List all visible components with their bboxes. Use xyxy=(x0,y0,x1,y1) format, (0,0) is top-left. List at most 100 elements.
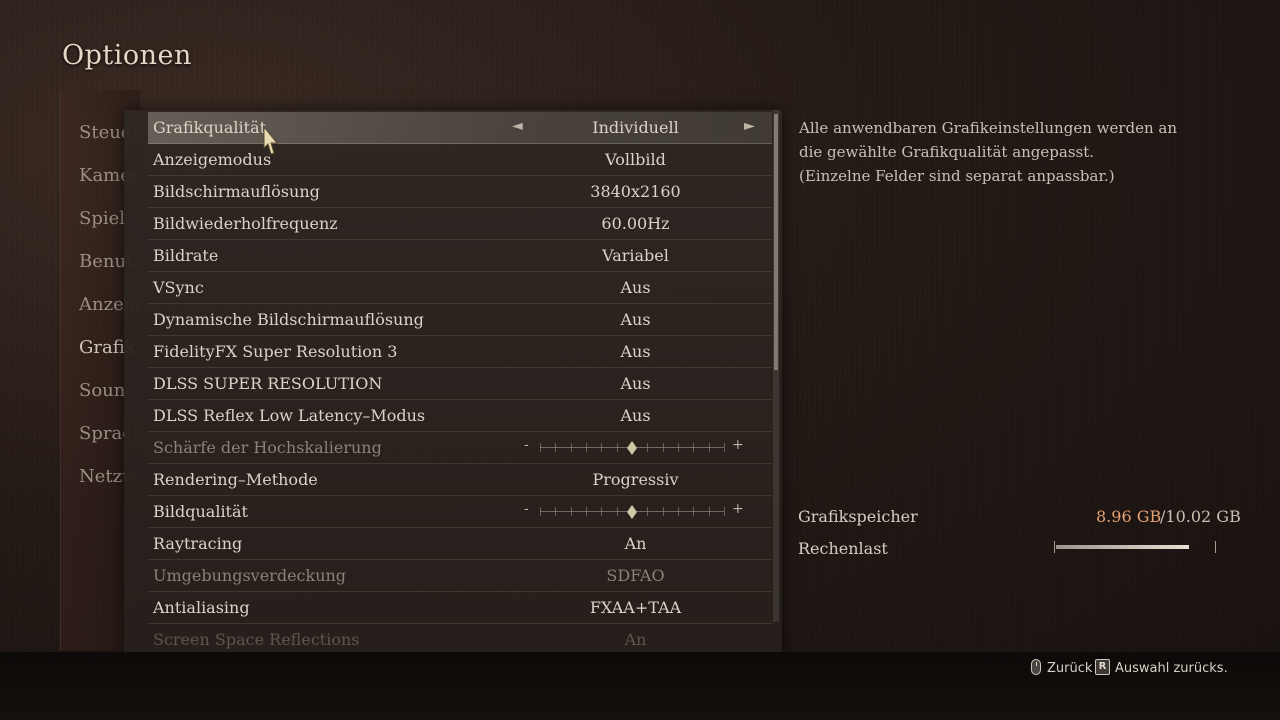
graphics-memory-total: /10.02 GB xyxy=(1160,507,1241,526)
description-line: (Einzelne Felder sind separat anpassbar.… xyxy=(799,167,1115,185)
slider-tick xyxy=(570,507,572,516)
setting-label: Umgebungsverdeckung xyxy=(153,566,347,585)
slider-minus-icon: - xyxy=(524,501,529,517)
setting-row-fsr3[interactable]: FidelityFX Super Resolution 3 Aus xyxy=(148,336,772,368)
description-line: Alle anwendbaren Grafikeinstellungen wer… xyxy=(799,119,1178,137)
setting-label: Screen Space Reflections xyxy=(153,630,360,649)
setting-label: DLSS Reflex Low Latency–Modus xyxy=(153,406,426,425)
slider-tick xyxy=(724,507,725,516)
setting-value: Aus xyxy=(620,310,651,329)
setting-label: Dynamische Bildschirmauflösung xyxy=(153,310,424,329)
setting-label: DLSS SUPER RESOLUTION xyxy=(153,374,383,393)
load-bar-fill xyxy=(1056,545,1189,549)
slider-tick xyxy=(708,507,710,516)
setting-row-refresh-rate[interactable]: Bildwiederholfrequenz 60.00Hz xyxy=(148,208,772,240)
setting-row-image-quality[interactable]: Bildqualität - + xyxy=(148,496,772,528)
setting-row-display-mode[interactable]: Anzeigemodus Vollbild xyxy=(148,144,772,176)
slider-tick xyxy=(540,507,541,516)
setting-row-vsync[interactable]: VSync Aus xyxy=(148,272,772,304)
setting-value: Vollbild xyxy=(605,150,666,169)
setting-label: Grafikqualität xyxy=(153,118,267,137)
slider-tick xyxy=(540,443,541,452)
setting-value: An xyxy=(624,630,647,649)
setting-row-ssr[interactable]: Screen Space Reflections An xyxy=(148,624,772,655)
setting-label: Rendering–Methode xyxy=(153,470,318,489)
processing-load-label: Rechenlast xyxy=(798,539,888,558)
page-title: Optionen xyxy=(62,40,192,71)
setting-row-ambient-occlusion[interactable]: Umgebungsverdeckung SDFAO xyxy=(148,560,772,592)
graphics-memory-used: 8.96 GB xyxy=(1096,507,1162,526)
setting-row-graphics-quality[interactable]: Grafikqualität ◄ Individuell ► xyxy=(148,112,772,144)
setting-label: Anzeigemodus xyxy=(153,150,272,169)
sharpness-slider[interactable]: - + xyxy=(524,437,744,456)
setting-row-raytracing[interactable]: Raytracing An xyxy=(148,528,772,560)
back-button[interactable]: Zurück xyxy=(1047,661,1092,676)
scrollbar-thumb[interactable] xyxy=(774,114,778,370)
mouse-icon xyxy=(1031,659,1041,675)
setting-label: Bildqualität xyxy=(153,502,248,521)
slider-tick xyxy=(724,443,725,452)
slider-tick xyxy=(616,443,618,452)
setting-row-dynamic-resolution[interactable]: Dynamische Bildschirmauflösung Aus xyxy=(148,304,772,336)
processing-load-bar xyxy=(1054,541,1216,553)
slider-tick xyxy=(555,443,557,452)
setting-label: Schärfe der Hochskalierung xyxy=(153,438,382,457)
slider-tick xyxy=(693,507,695,516)
cursor-icon xyxy=(262,125,280,160)
slider-plus-icon: + xyxy=(732,437,744,453)
setting-row-frame-rate[interactable]: Bildrate Variabel xyxy=(148,240,772,272)
setting-value: 3840x2160 xyxy=(590,182,681,201)
reset-selection-button[interactable]: Auswahl zurücks. xyxy=(1115,661,1228,676)
load-bar-cap xyxy=(1054,541,1055,553)
setting-row-dlss-reflex[interactable]: DLSS Reflex Low Latency–Modus Aus xyxy=(148,400,772,432)
slider-tick xyxy=(678,507,679,516)
slider-tick xyxy=(662,443,664,452)
settings-list: Grafikqualität ◄ Individuell ► Anzeigemo… xyxy=(148,112,772,655)
description-line: die gewählte Grafikqualität angepasst. xyxy=(799,143,1095,161)
r-key-icon: R xyxy=(1095,659,1110,675)
setting-row-upscale-sharpness[interactable]: Schärfe der Hochskalierung - + xyxy=(148,432,772,464)
setting-row-resolution[interactable]: Bildschirmauflösung 3840x2160 xyxy=(148,176,772,208)
setting-value: FXAA+TAA xyxy=(589,598,682,617)
arrow-right-icon[interactable]: ► xyxy=(744,118,755,134)
setting-label: Bildschirmauflösung xyxy=(153,182,320,201)
setting-value: Aus xyxy=(620,342,651,361)
setting-value: Aus xyxy=(620,406,651,425)
load-bar-cap xyxy=(1215,541,1216,553)
slider-plus-icon: + xyxy=(732,501,744,517)
settings-panel: Grafikqualität ◄ Individuell ► Anzeigemo… xyxy=(124,110,782,655)
setting-row-rendering-method[interactable]: Rendering–Methode Progressiv xyxy=(148,464,772,496)
setting-value: 60.00Hz xyxy=(601,214,670,233)
slider-tick xyxy=(678,443,679,452)
slider-tick xyxy=(601,443,603,452)
slider-tick xyxy=(570,443,572,452)
setting-value: Progressiv xyxy=(592,470,679,489)
slider-tick xyxy=(708,443,710,452)
slider-tick xyxy=(555,507,557,516)
slider-tick xyxy=(647,443,649,452)
setting-label: VSync xyxy=(153,278,204,297)
graphics-memory-label: Grafikspeicher xyxy=(798,507,918,526)
image-quality-slider[interactable]: - + xyxy=(524,501,744,520)
setting-label: Raytracing xyxy=(153,534,243,553)
setting-value: SDFAO xyxy=(606,566,665,585)
slider-handle[interactable] xyxy=(627,505,637,519)
setting-row-antialiasing[interactable]: Antialiasing FXAA+TAA xyxy=(148,592,772,624)
setting-description: Alle anwendbaren Grafikeinstellungen wer… xyxy=(799,116,1239,188)
slider-handle[interactable] xyxy=(627,441,637,455)
slider-tick xyxy=(647,507,649,516)
slider-tick xyxy=(693,443,695,452)
slider-tick xyxy=(586,443,587,452)
settings-scrollbar[interactable] xyxy=(773,110,779,622)
slider-minus-icon: - xyxy=(524,437,529,453)
setting-value: Individuell xyxy=(592,118,679,137)
setting-value: An xyxy=(624,534,647,553)
setting-label: Bildrate xyxy=(153,246,219,265)
slider-tick xyxy=(586,507,587,516)
setting-label: Antialiasing xyxy=(153,598,250,617)
slider-tick xyxy=(662,507,664,516)
slider-tick xyxy=(616,507,618,516)
setting-value: Aus xyxy=(620,278,651,297)
setting-row-dlss[interactable]: DLSS SUPER RESOLUTION Aus xyxy=(148,368,772,400)
setting-label: FidelityFX Super Resolution 3 xyxy=(153,342,398,361)
